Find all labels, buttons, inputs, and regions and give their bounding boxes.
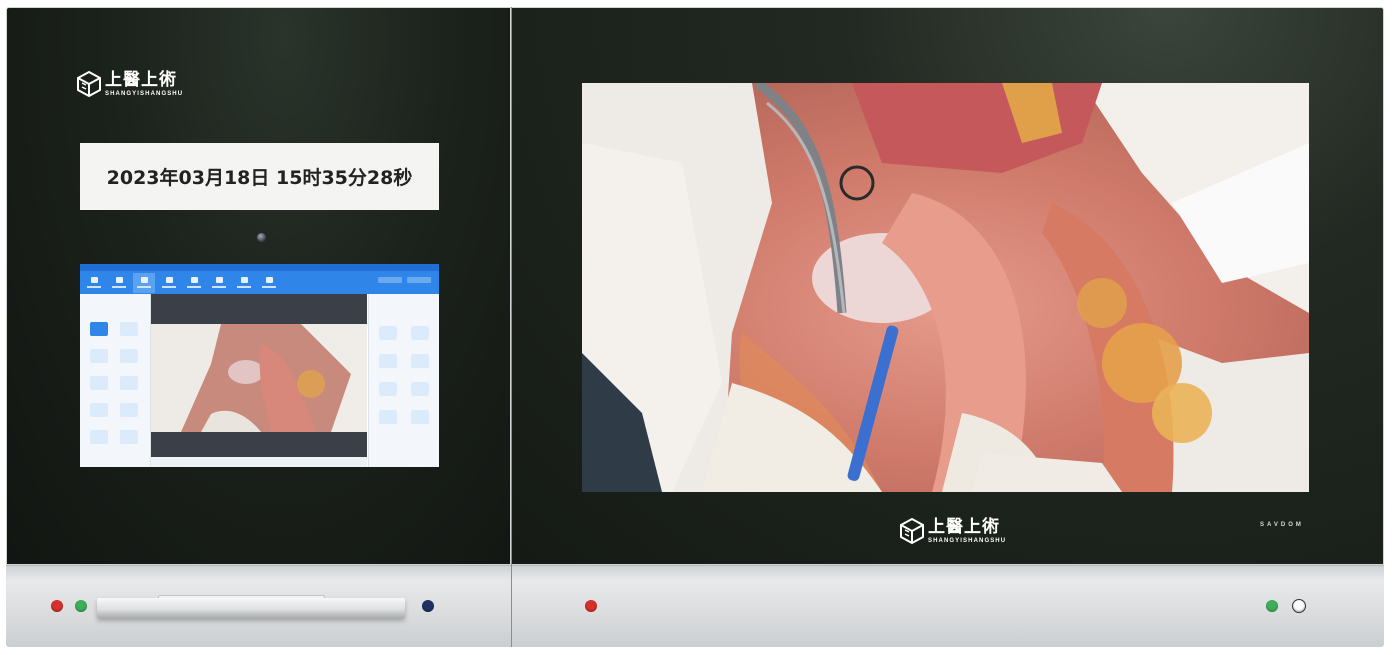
sidebar-tool-icon[interactable] (90, 376, 108, 390)
toolbar-button[interactable] (108, 273, 130, 293)
toolbar-right-button[interactable] (407, 277, 431, 283)
green-indicator-button[interactable] (75, 600, 87, 612)
sidebar-tool-icon[interactable] (90, 430, 108, 444)
toolbar-button[interactable] (233, 273, 255, 293)
toolbar-button[interactable] (208, 273, 230, 293)
right-logo: 上醫上術 SHANGYISHANGSHU (900, 518, 1006, 544)
sidebar-tool-icon[interactable] (120, 322, 138, 336)
sidebar-tool-icon[interactable] (379, 354, 397, 368)
red-indicator-button[interactable] (51, 600, 63, 612)
toolbar-button[interactable] (83, 273, 105, 293)
right-screen: 上醫上術 SHANGYISHANGSHU SAVDOM (511, 7, 1384, 565)
app-titlebar (80, 264, 439, 271)
sidebar-tool-icon[interactable] (411, 354, 429, 368)
surgical-video-feed (582, 83, 1309, 492)
toolbar-button[interactable] (258, 273, 280, 293)
sidebar-tool-icon[interactable] (120, 376, 138, 390)
camera-lens-icon (257, 233, 266, 242)
red-indicator-button[interactable] (585, 600, 597, 612)
app-video-area (151, 294, 367, 457)
app-right-sidebar (368, 294, 439, 467)
datetime-display: 2023年03月18日 15时35分28秒 (80, 143, 439, 210)
cube-logo-icon (900, 518, 924, 544)
sidebar-tool-icon[interactable] (120, 403, 138, 417)
white-indicator-button[interactable] (1292, 599, 1306, 613)
panel-seam (511, 7, 512, 647)
toolbar-right-button[interactable] (378, 277, 402, 283)
sidebar-tool-icon[interactable] (90, 403, 108, 417)
green-indicator-button[interactable] (1266, 600, 1278, 612)
logo-english-text: SHANGYISHANGSHU (928, 537, 1007, 544)
right-control-base (511, 565, 1384, 647)
left-logo: 上醫上術 SHANGYISHANGSHU (77, 71, 183, 97)
logo-chinese-text: 上醫上術 (928, 516, 1000, 537)
logo-chinese-text: 上醫上術 (105, 69, 177, 90)
app-bottom-bar (151, 457, 367, 467)
toolbar-button[interactable] (158, 273, 180, 293)
sidebar-tool-icon[interactable] (120, 430, 138, 444)
app-left-sidebar (80, 294, 151, 467)
brand-mark: SAVDOM (1260, 522, 1304, 528)
left-screen: 上醫上術 SHANGYISHANGSHU 2023年03月18日 15时35分2… (6, 7, 511, 565)
display-wall: 上醫上術 SHANGYISHANGSHU 2023年03月18日 15时35分2… (6, 7, 1384, 647)
sidebar-tool-icon[interactable] (90, 349, 108, 363)
sidebar-tool-icon[interactable] (411, 382, 429, 396)
sidebar-tool-icon[interactable] (379, 326, 397, 340)
sidebar-tool-icon[interactable] (411, 410, 429, 424)
toolbar-button[interactable] (183, 273, 205, 293)
keyboard-tray[interactable] (97, 598, 405, 618)
navy-indicator-button[interactable] (422, 600, 434, 612)
sidebar-tool-icon[interactable] (120, 349, 138, 363)
cube-logo-icon (77, 71, 101, 97)
app-screen-thumbnail[interactable] (80, 264, 439, 467)
sidebar-tool-icon[interactable] (411, 326, 429, 340)
toolbar-button-selected[interactable] (133, 272, 155, 293)
sidebar-tool-icon[interactable] (90, 322, 108, 336)
sidebar-tool-icon[interactable] (379, 382, 397, 396)
sidebar-tool-icon[interactable] (379, 410, 397, 424)
logo-english-text: SHANGYISHANGSHU (105, 90, 184, 97)
app-video-preview (151, 324, 367, 432)
